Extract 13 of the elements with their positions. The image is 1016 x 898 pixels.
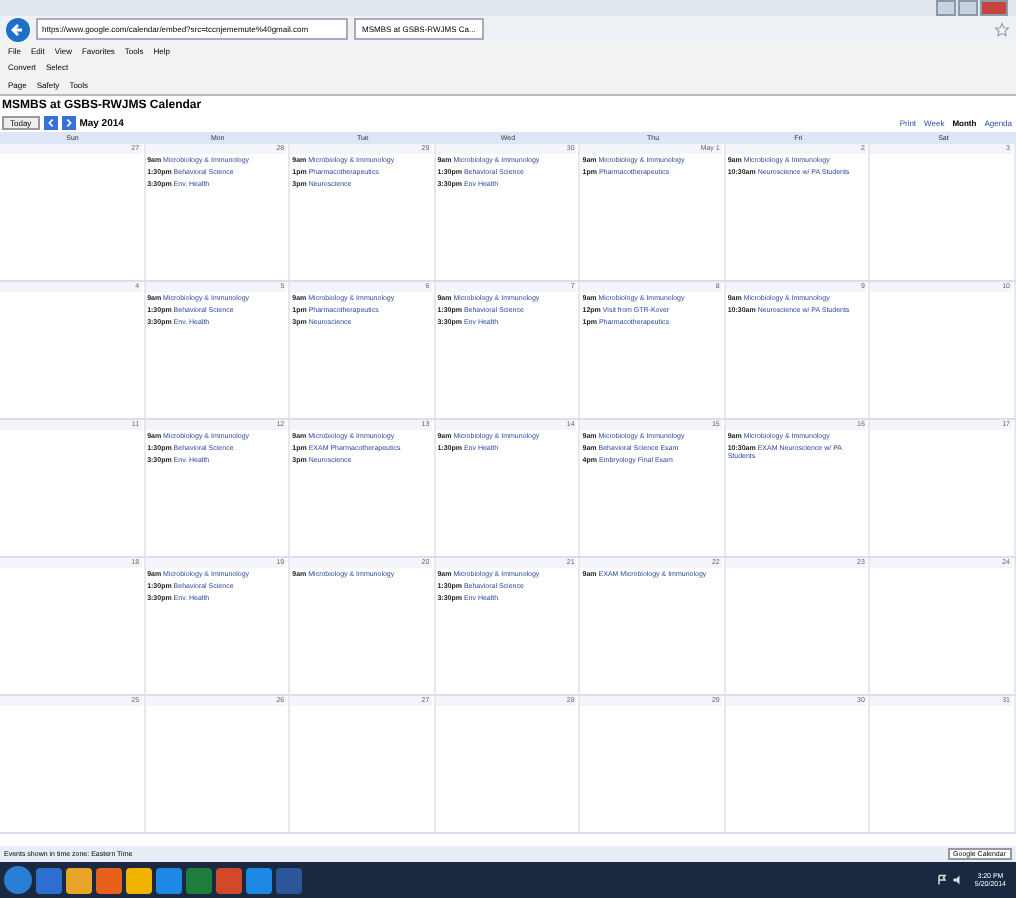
flag-icon[interactable] [936,874,949,886]
app-icon[interactable] [216,867,242,893]
speaker-icon[interactable] [952,874,965,886]
previous-button[interactable] [43,116,58,130]
app-icon[interactable] [66,867,92,893]
next-button[interactable] [61,116,76,130]
back-icon[interactable] [6,17,30,41]
app-icon[interactable] [96,867,122,893]
app-icon[interactable] [126,867,152,893]
app-icon[interactable] [246,867,272,893]
app-icon[interactable] [156,867,182,893]
start-icon[interactable] [4,866,32,894]
star-icon[interactable] [994,21,1010,37]
